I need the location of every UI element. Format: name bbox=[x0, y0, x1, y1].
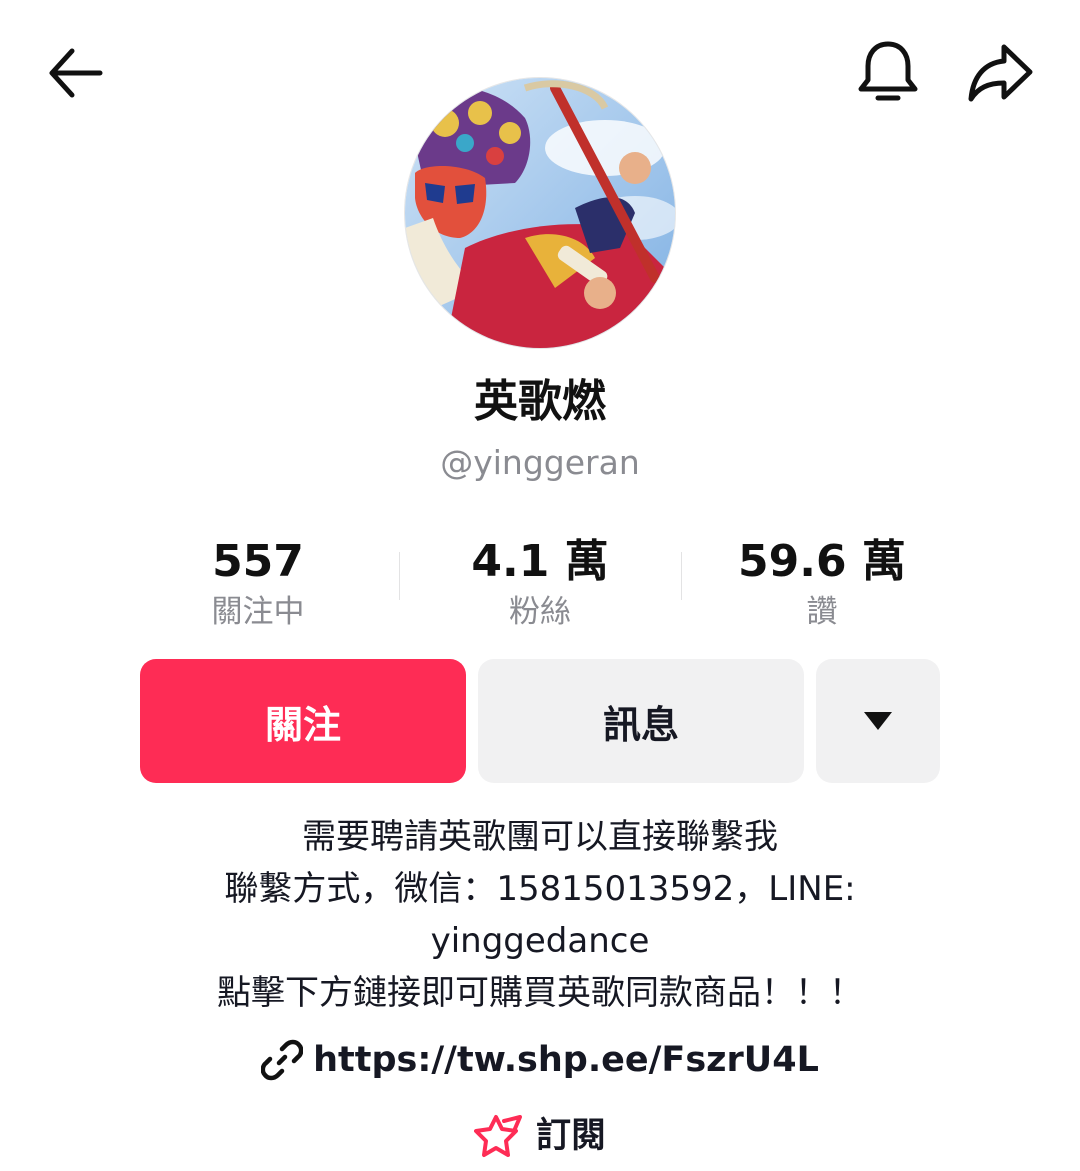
display-name: 英歌燃 bbox=[474, 376, 606, 427]
share-button[interactable] bbox=[960, 33, 1040, 113]
stat-likes-value: 59.6 萬 bbox=[738, 536, 906, 587]
stat-following-label: 關注中 bbox=[211, 594, 305, 630]
follow-button[interactable]: 關注 bbox=[140, 659, 466, 783]
avatar[interactable] bbox=[405, 78, 675, 348]
profile-link-url: https://tw.shp.ee/FszrU4L bbox=[313, 1040, 819, 1080]
share-arrow-icon bbox=[968, 44, 1033, 102]
stat-likes-label: 讚 bbox=[806, 594, 838, 630]
notification-bell-button[interactable] bbox=[848, 33, 928, 113]
stat-followers-label: 粉絲 bbox=[509, 594, 571, 630]
message-button[interactable]: 訊息 bbox=[478, 659, 804, 783]
bio-line: 需要聘請英歌團可以直接聯繫我 bbox=[302, 817, 778, 857]
bio-line: 點擊下方鏈接即可購買英歌同款商品！！！ bbox=[217, 973, 863, 1013]
subscribe-star-icon bbox=[473, 1115, 522, 1157]
back-button[interactable] bbox=[34, 33, 114, 113]
caret-down-icon bbox=[864, 712, 892, 730]
avatar-image bbox=[405, 78, 675, 348]
stat-following-value: 557 bbox=[212, 536, 304, 587]
stat-followers[interactable]: 4.1 萬 粉絲 bbox=[399, 532, 681, 632]
subscribe-label: 訂閱 bbox=[535, 1116, 606, 1156]
bio-line: 聯繫方式，微信：15815013592，LINE: bbox=[224, 869, 856, 909]
link-icon bbox=[261, 1039, 304, 1081]
username[interactable]: @yinggeran bbox=[0, 440, 1080, 486]
stat-followers-value: 4.1 萬 bbox=[471, 536, 609, 587]
stat-likes[interactable]: 59.6 萬 讚 bbox=[681, 532, 963, 632]
bell-icon bbox=[858, 41, 918, 101]
arrow-left-icon bbox=[49, 48, 103, 98]
stats-row: 557 關注中 4.1 萬 粉絲 59.6 萬 讚 bbox=[117, 532, 963, 632]
stat-following[interactable]: 557 關注中 bbox=[117, 532, 399, 632]
more-options-button[interactable] bbox=[816, 659, 940, 783]
bio-line: yinggedance bbox=[430, 921, 650, 961]
bio: 需要聘請英歌團可以直接聯繫我 聯繫方式，微信：15815013592，LINE:… bbox=[90, 811, 990, 1019]
profile-link[interactable]: https://tw.shp.ee/FszrU4L bbox=[0, 1030, 1080, 1090]
subscribe-button[interactable]: 訂閱 bbox=[0, 1108, 1080, 1164]
